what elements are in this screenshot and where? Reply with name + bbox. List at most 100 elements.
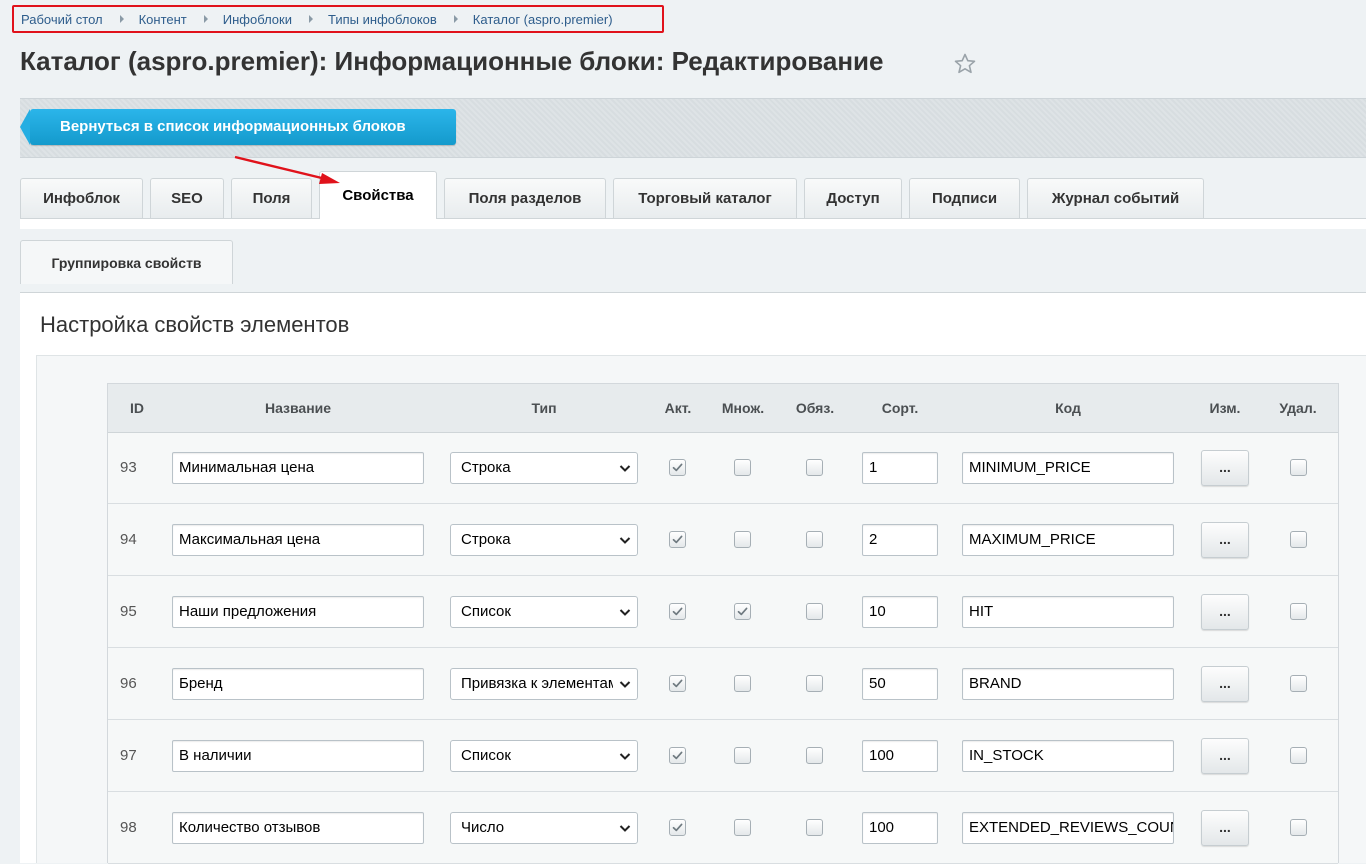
tab-fields[interactable]: Поля	[231, 178, 312, 218]
property-type-select[interactable]: Строка	[450, 452, 638, 484]
chevron-down-icon	[619, 825, 631, 832]
required-checkbox[interactable]	[806, 819, 823, 836]
multiple-checkbox[interactable]	[734, 819, 751, 836]
property-name-input[interactable]: Количество отзывов	[172, 812, 424, 844]
chevron-down-icon	[619, 609, 631, 616]
delete-checkbox[interactable]	[1290, 603, 1307, 620]
edit-property-button[interactable]: ...	[1201, 666, 1249, 702]
edit-property-button[interactable]: ...	[1201, 810, 1249, 846]
sort-input[interactable]: 1	[862, 452, 938, 484]
table-row: 96 Бренд Привязка к элементам 50 BRAND...	[108, 648, 1338, 720]
property-name-input[interactable]: В наличии	[172, 740, 424, 772]
sort-input[interactable]: 50	[862, 668, 938, 700]
multiple-checkbox[interactable]	[734, 459, 751, 476]
property-name-input[interactable]: Минимальная цена	[172, 452, 424, 484]
tab-properties[interactable]: Свойства	[319, 171, 437, 219]
breadcrumb-item-iblocks[interactable]: Инфоблоки	[223, 12, 292, 27]
header-active: Акт.	[664, 400, 692, 416]
chevron-down-icon	[619, 537, 631, 544]
header-edit: Изм.	[1209, 400, 1241, 416]
tab-section-fields[interactable]: Поля разделов	[444, 178, 606, 218]
breadcrumb-separator-icon	[119, 15, 124, 23]
multiple-checkbox[interactable]	[734, 747, 751, 764]
sort-input[interactable]: 100	[862, 812, 938, 844]
properties-table: ID Название Тип Акт. Множ. Обяз. Сорт. К…	[107, 383, 1339, 864]
breadcrumb-separator-icon	[309, 15, 313, 23]
back-to-list-button[interactable]: Вернуться в список информационных блоков	[20, 109, 456, 145]
active-checkbox[interactable]	[669, 747, 686, 764]
tab-property-grouping[interactable]: Группировка свойств	[20, 240, 233, 284]
required-checkbox[interactable]	[806, 675, 823, 692]
delete-checkbox[interactable]	[1290, 459, 1307, 476]
multiple-checkbox[interactable]	[734, 603, 751, 620]
code-input[interactable]: MAXIMUM_PRICE	[962, 524, 1174, 556]
tab-seo[interactable]: SEO	[150, 178, 224, 218]
table-row: 93 Минимальная цена Строка 1 MINIMUM_PRICE..…	[108, 432, 1338, 504]
breadcrumb-separator-icon	[453, 15, 458, 23]
header-name: Название	[264, 400, 332, 416]
property-type-select[interactable]: Привязка к элементам	[450, 668, 638, 700]
breadcrumb-item-content[interactable]: Контент	[139, 12, 187, 27]
active-checkbox[interactable]	[669, 819, 686, 836]
table-row: 98 Количество отзывов Число 100 EXTENDED_REV…	[108, 792, 1338, 864]
tabs-divider	[20, 218, 1366, 229]
edit-property-button[interactable]: ...	[1201, 738, 1249, 774]
active-checkbox[interactable]	[669, 603, 686, 620]
header-id: ID	[130, 400, 144, 416]
active-checkbox[interactable]	[669, 675, 686, 692]
tab-trade-catalog[interactable]: Торговый каталог	[613, 178, 797, 218]
property-type-select[interactable]: Строка	[450, 524, 638, 556]
tab-iblock[interactable]: Инфоблок	[20, 178, 143, 218]
required-checkbox[interactable]	[806, 747, 823, 764]
check-icon	[672, 823, 683, 832]
delete-checkbox[interactable]	[1290, 531, 1307, 548]
edit-property-button[interactable]: ...	[1201, 522, 1249, 558]
code-input[interactable]: BRAND	[962, 668, 1174, 700]
sort-input[interactable]: 100	[862, 740, 938, 772]
check-icon	[672, 535, 683, 544]
property-name-input[interactable]: Бренд	[172, 668, 424, 700]
tab-access[interactable]: Доступ	[804, 178, 902, 218]
breadcrumb-item-catalog[interactable]: Каталог (aspro.premier)	[473, 12, 613, 27]
breadcrumb-item-desktop[interactable]: Рабочий стол	[21, 12, 103, 27]
active-checkbox[interactable]	[669, 459, 686, 476]
code-input[interactable]: MINIMUM_PRICE	[962, 452, 1174, 484]
tab-event-log[interactable]: Журнал событий	[1027, 178, 1204, 218]
property-type-select[interactable]: Список	[450, 596, 638, 628]
property-type-value: Привязка к элементам	[461, 675, 613, 692]
toolbar: Вернуться в список информационных блоков	[20, 98, 1366, 158]
required-checkbox[interactable]	[806, 603, 823, 620]
header-type: Тип	[531, 400, 557, 416]
delete-checkbox[interactable]	[1290, 675, 1307, 692]
table-header: ID Название Тип Акт. Множ. Обяз. Сорт. К…	[108, 384, 1338, 433]
multiple-checkbox[interactable]	[734, 531, 751, 548]
required-checkbox[interactable]	[806, 531, 823, 548]
delete-checkbox[interactable]	[1290, 819, 1307, 836]
breadcrumb-item-iblock-types[interactable]: Типы инфоблоков	[328, 12, 437, 27]
edit-property-button[interactable]: ...	[1201, 450, 1249, 486]
property-id: 98	[120, 819, 137, 836]
code-input[interactable]: EXTENDED_REVIEWS_COUNT	[962, 812, 1174, 844]
section-title: Настройка свойств элементов	[40, 312, 350, 337]
sort-input[interactable]: 10	[862, 596, 938, 628]
code-input[interactable]: IN_STOCK	[962, 740, 1174, 772]
active-checkbox[interactable]	[669, 531, 686, 548]
check-icon	[672, 463, 683, 472]
favorite-star-icon[interactable]	[953, 52, 977, 76]
sort-input[interactable]: 2	[862, 524, 938, 556]
tab-captions[interactable]: Подписи	[909, 178, 1020, 218]
check-icon	[672, 607, 683, 616]
property-name-input[interactable]: Наши предложения	[172, 596, 424, 628]
multiple-checkbox[interactable]	[734, 675, 751, 692]
delete-checkbox[interactable]	[1290, 747, 1307, 764]
property-id: 96	[120, 675, 137, 692]
property-name-input[interactable]: Максимальная цена	[172, 524, 424, 556]
property-type-select[interactable]: Список	[450, 740, 638, 772]
required-checkbox[interactable]	[806, 459, 823, 476]
chevron-down-icon	[619, 681, 631, 688]
property-id: 95	[120, 603, 137, 620]
code-input[interactable]: HIT	[962, 596, 1174, 628]
edit-property-button[interactable]: ...	[1201, 594, 1249, 630]
property-type-select[interactable]: Число	[450, 812, 638, 844]
check-icon	[672, 751, 683, 760]
